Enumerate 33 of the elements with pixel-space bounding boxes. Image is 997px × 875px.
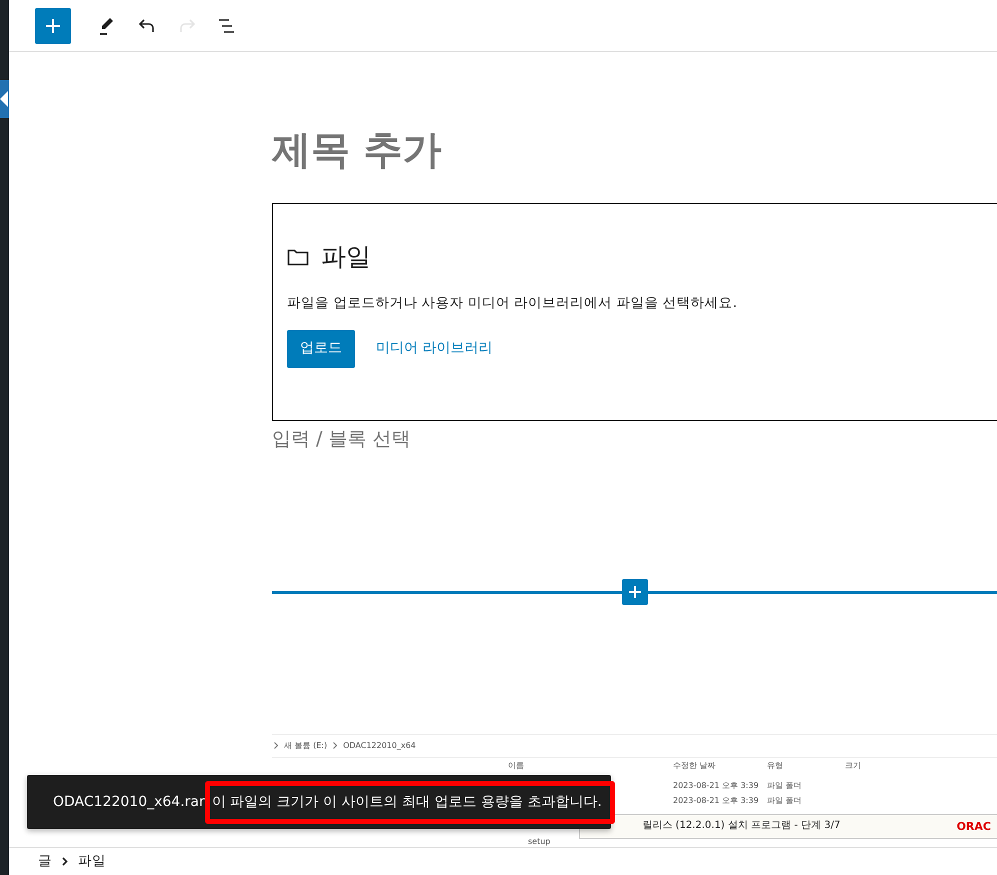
block-title: 파일 [321, 240, 371, 273]
upload-button[interactable]: 업로드 [287, 330, 355, 368]
path-segment[interactable]: 새 볼륨 (E:) [284, 740, 328, 752]
dialog-title: 릴리스 (12.2.0.1) 설치 프로그램 - 단계 3/7 [641, 818, 840, 833]
breadcrumb-item[interactable]: 글 [38, 851, 52, 872]
title-placeholder[interactable]: 제목 추가 [272, 130, 997, 173]
chevron-icon [62, 857, 68, 866]
collapse-tab[interactable] [0, 80, 9, 118]
folder-icon [287, 248, 309, 266]
block-placeholder[interactable]: 입력 / 블록 선택 [272, 424, 997, 454]
media-library-link[interactable]: 미디어 라이브러리 [376, 338, 492, 360]
table-cell-text: 2023-08-21 오후 3:39 [673, 780, 760, 792]
path-chevron-icon [274, 742, 278, 750]
add-block-button[interactable] [622, 579, 648, 606]
add-block-button[interactable] [35, 8, 71, 44]
block-instructions: 파일을 업로드하거나 사용자 미디어 라이브러리에서 파일을 선택하세요. [287, 294, 738, 314]
notice-message: 이 파일의 크기가 이 사이트의 최대 업로드 용량을 초과합니다. [204, 780, 615, 824]
file-name: setup [528, 836, 550, 847]
path-segment[interactable]: ODAC122010_x64 [343, 740, 416, 752]
column-header[interactable]: 수정한 날짜 [673, 760, 767, 772]
column-header[interactable]: 크기 [845, 760, 997, 772]
file-block[interactable]: 파일 파일을 업로드하거나 사용자 미디어 라이브러리에서 파일을 선택하세요. 업로드 미디어 라이브러리 [272, 202, 997, 421]
table-cell-text: 파일 폴더 [767, 794, 803, 806]
column-header[interactable]: 유형 [767, 760, 845, 772]
table-cell-text: 2023-08-21 오후 3:39 [673, 794, 760, 806]
collapse-arrow-icon [0, 91, 8, 107]
notice-filename: ODAC122010_x64.rar [53, 792, 205, 812]
plus-icon [628, 585, 642, 600]
path-chevron-icon [333, 742, 338, 750]
table-cell-text: 파일 폴더 [767, 780, 803, 792]
breadcrumb-item[interactable]: 파일 [78, 851, 106, 872]
logo-text: ORAC [956, 818, 991, 834]
column-header[interactable]: 이름 [508, 760, 673, 772]
